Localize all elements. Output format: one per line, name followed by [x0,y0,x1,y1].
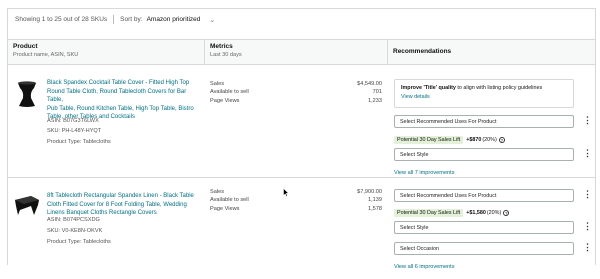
guidance-card: Improve 'Title' quality to align with li… [394,79,574,108]
product-title-link[interactable]: Black Spandex Cocktail Table Cover - Fit… [47,79,194,122]
sales-lift-percent: (20%) [486,210,502,216]
table-row: Black Spandex Cocktail Table Cover - Fit… [8,66,595,178]
occasion-select[interactable]: Select Occasion [394,242,574,255]
sales-lift-value: +$1,580 [466,210,486,216]
sales-lift-percent: (20%) [482,137,497,143]
sales-lift-value: +$870 [466,137,482,143]
metric-label-available: Available to sell [210,197,249,204]
more-options-icon[interactable]: ⋮ [583,116,592,125]
guidance-rest: to align with listing policy guidelines [455,85,543,91]
guidance-text: Improve 'Title' quality to align with li… [401,85,567,91]
title-line[interactable]: Pub Table, Round Kitchen Table, High Top… [47,105,194,114]
style-select[interactable]: Select Style [394,221,574,234]
product-type: Product Type: Tablecloths [47,239,111,245]
metric-labels: Sales Available to sell Page Views [210,80,249,105]
product-asin: ASIN: B074PCSXDG [47,217,100,223]
info-icon[interactable]: ? [498,137,505,143]
sales-lift: Potential 30 Day Sales Lift +$1,580 (20%… [394,209,510,217]
title-line[interactable]: Cloth Fitted Cover for 8 Foot Folding Ta… [47,201,194,210]
chevron-down-icon[interactable]: ⌄ [209,16,215,24]
metric-value-available: 1,139 [368,197,382,204]
more-options-icon[interactable]: ⋮ [583,149,592,158]
metric-value-sales: $4,549.00 [357,81,382,87]
toolbar-divider [113,15,115,24]
metric-label-page-views: Page Views [210,205,240,212]
header-metrics: Metrics Last 30 days [205,40,387,64]
more-options-icon[interactable]: ⋮ [583,190,592,199]
sales-lift: Potential 30 Day Sales Lift +$870 (20%) … [394,136,505,144]
header-product-sub: Product name, ASIN, SKU [13,52,79,58]
title-line[interactable]: Black Spandex Cocktail Table Cover - Fit… [47,79,194,88]
sort-dropdown[interactable]: Amazon prioritized [147,16,201,23]
sales-lift-label: Potential 30 Day Sales Lift [394,136,464,144]
title-line[interactable]: Round Table Cloth, Round Tablecloth Cove… [47,88,194,105]
metric-value-sales: $7,900.00 [357,189,382,195]
view-all-improvements-link[interactable]: View all 7 improvements [394,170,455,176]
metric-label-available: Available to sell [210,89,249,96]
product-image-cocktail-table-cover[interactable] [14,80,40,108]
product-sku: SKU: V0-KE8N-OKVK [47,228,103,234]
metric-value-available: 701 [372,89,382,96]
header-recommendations: Recommendations [388,40,588,64]
sort-label: Sort by: [120,16,143,23]
metric-labels: Sales Available to sell Page Views [210,188,249,213]
product-asin: ASIN: B07G3T6LWX [47,118,99,124]
metric-label-page-views: Page Views [210,97,240,104]
header-product: Product Product name, ASIN, SKU [8,40,204,64]
view-details-link[interactable]: View details [401,94,567,100]
table-row: 8ft Tablecloth Rectangular Spandex Linen… [8,179,595,279]
header-product-title: Product [13,43,38,50]
product-image-rectangular-tablecloth[interactable] [14,191,40,219]
title-line[interactable]: 8ft Tablecloth Rectangular Spandex Linen… [47,192,194,201]
mouse-pointer-icon [283,188,289,197]
sales-lift-label: Potential 30 Day Sales Lift [394,209,464,217]
results-count: Showing 1 to 25 out of 28 SKUs [15,16,108,23]
metric-value-page-views: 1,233 [368,97,382,104]
product-type: Product Type: Tablecloths [47,139,111,145]
more-options-icon[interactable]: ⋮ [583,243,592,252]
sku-recommendations-panel: Showing 1 to 25 out of 28 SKUs Sort by: … [7,8,596,270]
metric-label-sales: Sales [210,81,224,87]
header-metrics-sub: Last 30 days [210,52,242,58]
header-metrics-title: Metrics [210,43,233,50]
metric-label-sales: Sales [210,189,224,195]
results-toolbar: Showing 1 to 25 out of 28 SKUs Sort by: … [8,9,595,30]
style-select[interactable]: Select Style [394,148,574,161]
product-title-link[interactable]: 8ft Tablecloth Rectangular Spandex Linen… [47,192,194,218]
info-icon[interactable]: ? [503,210,510,216]
metric-values: $4,549.00 701 1,233 [324,80,382,105]
product-sku: SKU: PH-L48Y-HYQT [47,128,102,134]
metric-values: $7,900.00 1,139 1,578 [324,188,382,213]
recommended-uses-select[interactable]: Select Recommended Uses For Product [394,189,574,202]
more-options-icon[interactable]: ⋮ [583,222,592,231]
header-recommendations-title: Recommendations [393,48,452,55]
table-header: Product Product name, ASIN, SKU Metrics … [8,39,595,65]
metric-value-page-views: 1,578 [368,205,382,212]
guidance-bold: Improve 'Title' quality [401,85,456,91]
recommended-uses-select[interactable]: Select Recommended Uses For Product [394,115,574,128]
